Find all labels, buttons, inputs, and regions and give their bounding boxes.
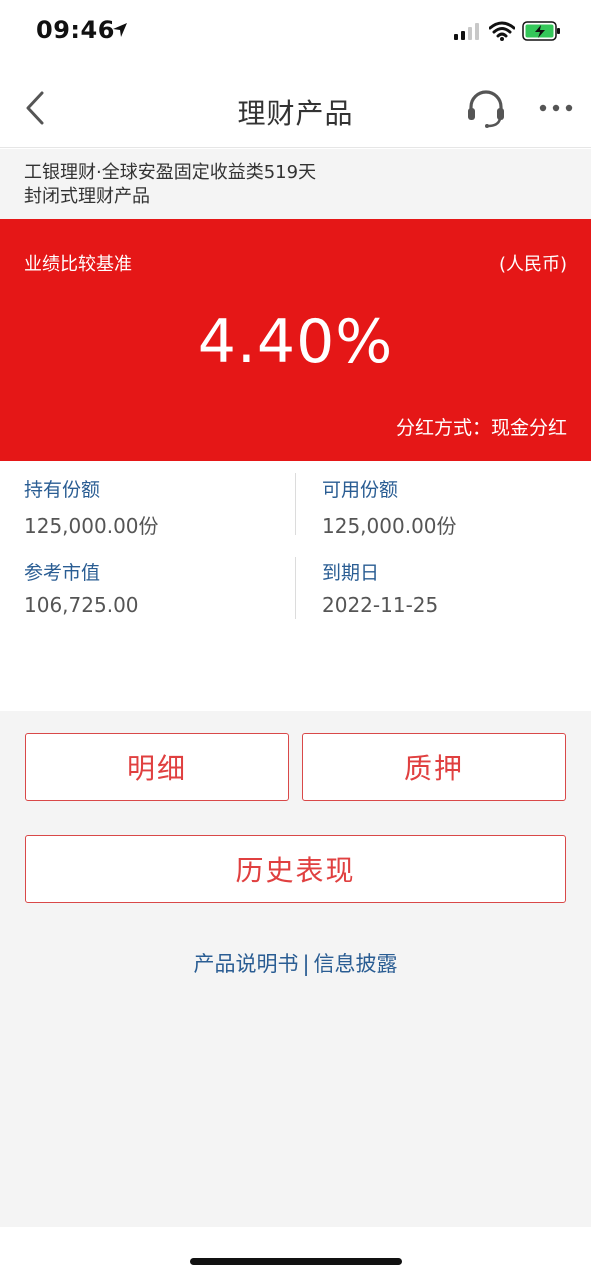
detail-button[interactable]: 明细 <box>25 733 289 801</box>
nav-bar: 理财产品 <box>0 64 591 148</box>
actions-area: 明细 质押 历史表现 产品说明书 | 信息披露 <box>0 711 591 1227</box>
dividend-label: 分红方式： <box>395 417 491 439</box>
product-name: 工银理财·全球安盈固定收益类519天 封闭式理财产品 <box>0 149 591 219</box>
status-bar: 09:46 <box>0 0 591 64</box>
held-shares: 持有份额 125,000.00份 <box>24 475 159 539</box>
history-performance-button[interactable]: 历史表现 <box>25 835 566 903</box>
bottom-bar <box>0 1227 591 1280</box>
headset-icon[interactable] <box>466 88 506 128</box>
divider <box>295 473 296 535</box>
market-value-label: 参考市值 <box>24 562 101 584</box>
maturity-date-label: 到期日 <box>322 562 380 584</box>
signal-icon <box>454 23 479 40</box>
product-name-line1: 工银理财·全球安盈固定收益类519天 <box>24 162 317 183</box>
market-value: 参考市值 106,725.00 <box>24 558 139 617</box>
rate-banner: 业绩比较基准 (人民币) 4.40% 分红方式：现金分红 <box>0 219 591 461</box>
dividend-value: 现金分红 <box>490 417 567 439</box>
prospectus-link[interactable]: 产品说明书 <box>193 952 298 976</box>
rate-value: 4.40% <box>197 307 394 377</box>
location-arrow-icon <box>113 23 127 37</box>
maturity-date-value: 2022-11-25 <box>322 593 439 617</box>
available-shares-label: 可用份额 <box>322 479 399 501</box>
link-separator: | <box>302 952 310 976</box>
wifi-icon <box>489 21 515 41</box>
available-shares: 可用份额 125,000.00份 <box>322 475 457 539</box>
rate-label: 业绩比较基准 <box>24 254 132 275</box>
held-shares-label: 持有份额 <box>24 479 101 501</box>
maturity-date: 到期日 2022-11-25 <box>322 558 438 617</box>
status-time: 09:46 <box>36 16 115 44</box>
more-icon[interactable] <box>538 102 574 114</box>
holdings-grid: 持有份额 125,000.00份 可用份额 125,000.00份 参考市值 1… <box>0 461 591 711</box>
currency-label: (人民币) <box>498 254 567 275</box>
pledge-button[interactable]: 质押 <box>302 733 566 801</box>
battery-charging-icon <box>522 21 560 41</box>
disclosure-link[interactable]: 信息披露 <box>314 952 398 976</box>
dividend-method: 分红方式：现金分红 <box>396 413 567 440</box>
market-value-value: 106,725.00 <box>24 593 139 617</box>
product-name-line2: 封闭式理财产品 <box>24 186 150 207</box>
held-shares-value: 125,000.00份 <box>24 514 159 538</box>
home-indicator[interactable] <box>190 1258 402 1265</box>
info-links: 产品说明书 | 信息披露 <box>0 948 591 978</box>
available-shares-value: 125,000.00份 <box>322 514 457 538</box>
divider <box>295 557 296 619</box>
